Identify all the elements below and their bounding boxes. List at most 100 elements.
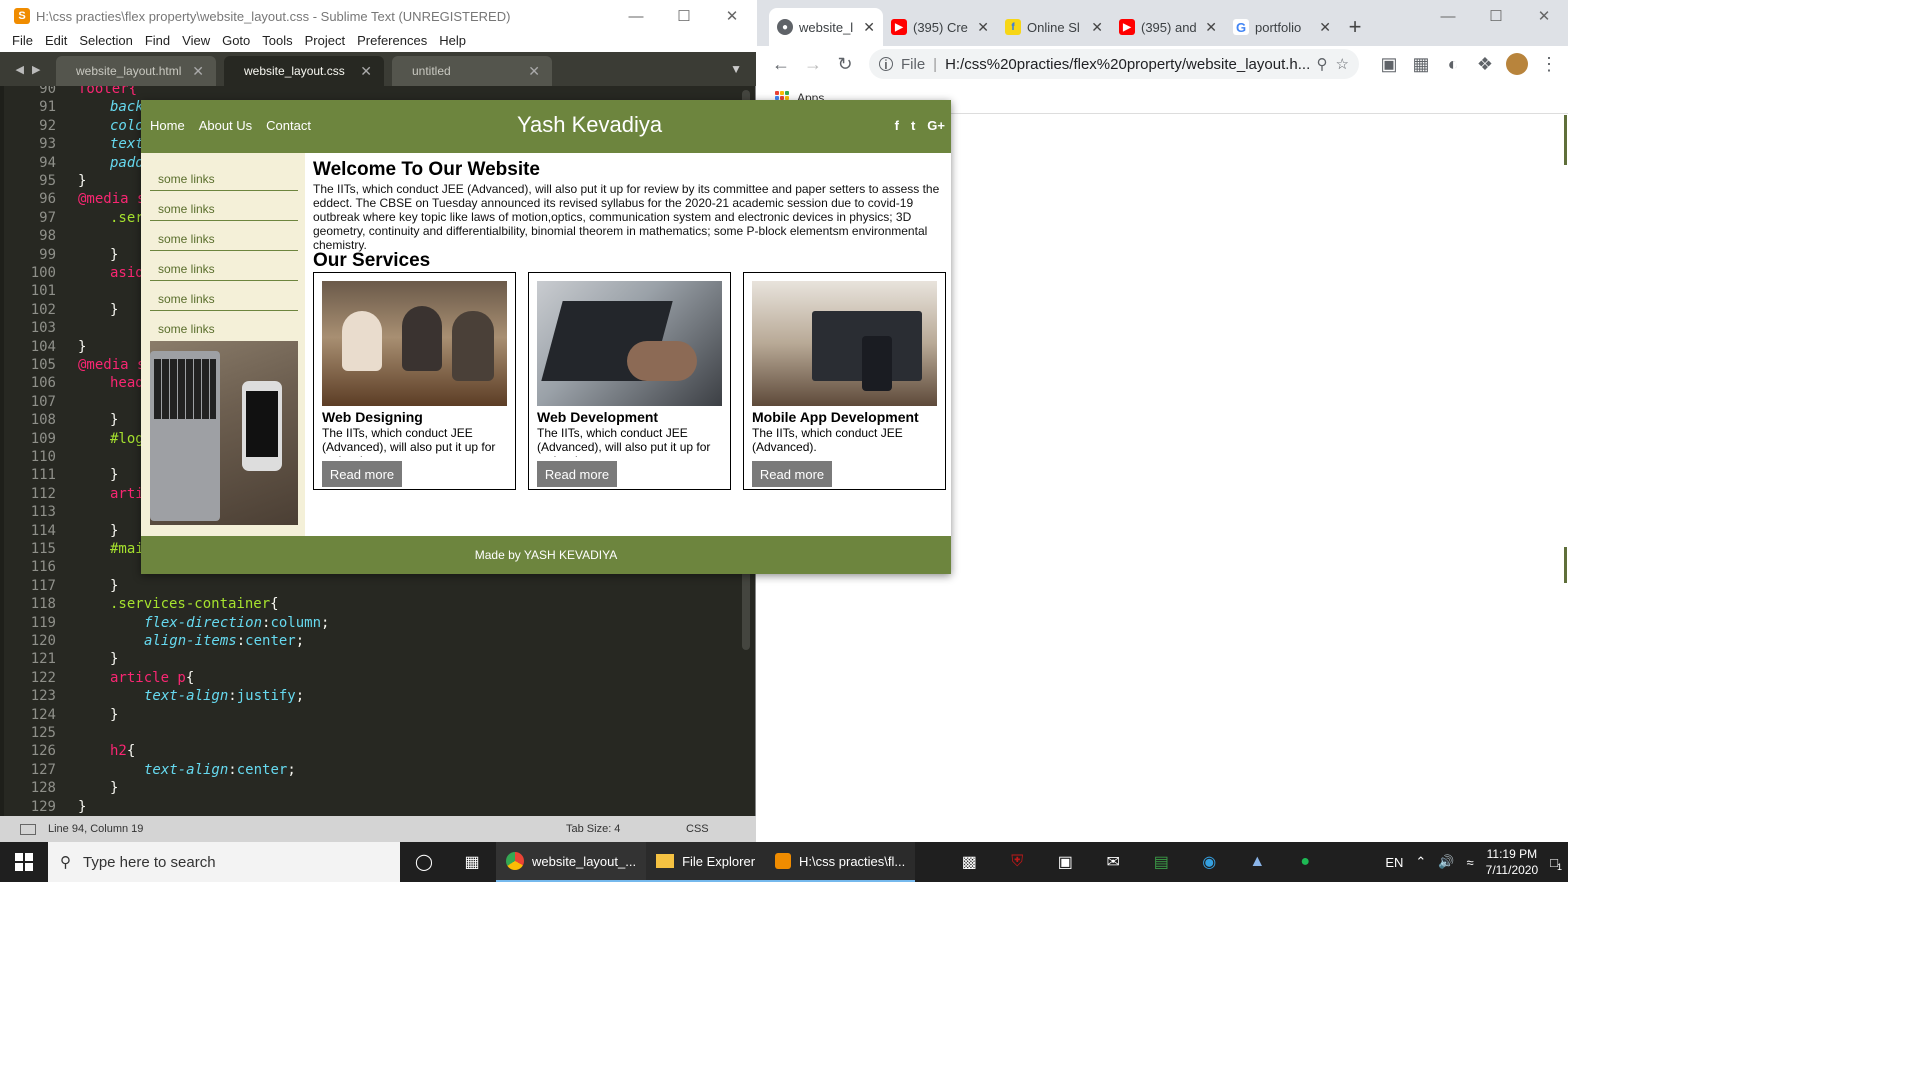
extension-circle-icon[interactable]: ◐ <box>1437 48 1469 80</box>
clock[interactable]: 11:19 PM 7/11/2020 <box>1486 846 1539 878</box>
close-icon[interactable]: ✕ <box>192 63 204 80</box>
chrome-tab-portfolio[interactable]: G portfolio ✕ <box>1225 8 1339 46</box>
menu-kebab-icon[interactable]: ⋮ <box>1533 48 1565 80</box>
nav-contact[interactable]: Contact <box>266 118 311 133</box>
menu-preferences[interactable]: Preferences <box>351 32 433 52</box>
volume-icon[interactable]: 🔊 <box>1438 854 1454 870</box>
minimize-icon[interactable]: — <box>1424 0 1472 32</box>
chrome-tab-website[interactable]: ● website_l ✕ <box>769 8 883 46</box>
nav-about-us[interactable]: About Us <box>199 118 252 133</box>
url-text[interactable]: H:/css%20practies/flex%20property/websit… <box>945 56 1308 73</box>
sublime-tabbar: ◀ ▶ website_layout.html ✕ website_layout… <box>0 52 756 86</box>
new-tab-button[interactable]: + <box>1339 8 1371 46</box>
back-icon[interactable]: ← <box>765 48 797 80</box>
read-more-button[interactable]: Read more <box>537 461 617 487</box>
system-tray: EN ⌃ 🔊 ≈ 11:19 PM 7/11/2020 □ 1 <box>1385 842 1568 882</box>
menu-find[interactable]: Find <box>139 32 176 52</box>
windows-start-icon[interactable] <box>0 842 48 882</box>
extension-pdf-icon[interactable]: ▦ <box>1405 48 1437 80</box>
tab-label: untitled <box>412 64 451 78</box>
star-icon[interactable]: ☆ <box>1336 55 1349 73</box>
code-line: text-align:justify; <box>144 688 305 705</box>
store-icon[interactable]: ▣ <box>1041 842 1089 882</box>
menu-selection[interactable]: Selection <box>73 32 138 52</box>
cortana-icon[interactable]: ◯ <box>400 842 448 882</box>
line-number: 117 <box>30 577 56 594</box>
task-view-icon[interactable]: ▦ <box>448 842 496 882</box>
code-line: text-align:center; <box>144 761 296 778</box>
close-icon[interactable]: ✕ <box>1319 19 1331 36</box>
twitter-icon[interactable]: t <box>911 118 915 133</box>
aside-link[interactable]: some links <box>150 191 298 221</box>
mcafee-icon[interactable]: ⛨ <box>993 842 1041 882</box>
tab-size[interactable]: Tab Size: 4 <box>566 823 620 835</box>
menu-tools[interactable]: Tools <box>256 32 298 52</box>
service-card: Web Designing The IITs, which conduct JE… <box>313 272 516 490</box>
tab-dropdown-icon[interactable]: ▼ <box>730 62 742 76</box>
line-number: 128 <box>30 780 56 797</box>
aside-link[interactable]: some links <box>150 161 298 191</box>
close-icon[interactable]: ✕ <box>360 63 372 80</box>
forward-icon[interactable]: → <box>797 48 829 80</box>
input-language[interactable]: EN <box>1385 855 1403 870</box>
chevron-left-icon[interactable]: ◀ <box>16 63 24 76</box>
close-icon[interactable]: ✕ <box>1520 0 1568 32</box>
menu-file[interactable]: File <box>6 32 39 52</box>
edge-icon[interactable]: ◉ <box>1185 842 1233 882</box>
extension-pocket-icon[interactable]: ▣ <box>1373 48 1405 80</box>
terminal-icon[interactable]: ▩ <box>945 842 993 882</box>
mail-icon[interactable]: ✉ <box>1089 842 1137 882</box>
extensions-puzzle-icon[interactable]: ❖ <box>1469 48 1501 80</box>
maximize-icon[interactable]: ☐ <box>660 0 708 32</box>
read-more-button[interactable]: Read more <box>322 461 402 487</box>
close-icon[interactable]: ✕ <box>863 19 875 36</box>
aside-link[interactable]: some links <box>150 251 298 281</box>
info-icon[interactable]: i <box>879 57 893 72</box>
tab-untitled[interactable]: untitled ✕ <box>392 56 552 86</box>
read-more-button[interactable]: Read more <box>752 461 832 487</box>
menu-view[interactable]: View <box>176 32 216 52</box>
chrome-tab-youtube-1[interactable]: ▶ (395) Cre ✕ <box>883 8 997 46</box>
close-icon[interactable]: ✕ <box>528 63 540 80</box>
nav-home[interactable]: Home <box>150 118 185 133</box>
chevron-right-icon[interactable]: ▶ <box>32 63 40 76</box>
chrome-tab-youtube-2[interactable]: ▶ (395) and ✕ <box>1111 8 1225 46</box>
zoom-icon[interactable]: ⚲ <box>1317 55 1328 73</box>
close-icon[interactable]: ✕ <box>1091 19 1103 36</box>
reload-icon[interactable]: ↻ <box>829 48 861 80</box>
minimize-icon[interactable]: — <box>612 0 660 32</box>
close-icon[interactable]: ✕ <box>1205 19 1217 36</box>
menu-goto[interactable]: Goto <box>216 32 256 52</box>
maximize-icon[interactable]: ☐ <box>1472 0 1520 32</box>
aside-link[interactable]: some links <box>150 281 298 311</box>
taskbar-app-chrome[interactable]: website_layout_... <box>496 842 647 882</box>
virtualbox-icon[interactable]: ▲ <box>1233 842 1281 882</box>
syntax-mode[interactable]: CSS <box>686 823 709 835</box>
close-icon[interactable]: ✕ <box>977 19 989 36</box>
address-bar[interactable]: i File | H:/css%20practies/flex%20proper… <box>869 49 1359 79</box>
tab-website-layout-css[interactable]: website_layout.css ✕ <box>224 56 384 86</box>
taskbar-app-sublime[interactable]: H:\css practies\fl... <box>765 842 916 882</box>
panel-toggle-icon[interactable] <box>20 823 36 835</box>
avatar[interactable] <box>1501 48 1533 80</box>
chrome-tab-flipkart[interactable]: f Online Sl ✕ <box>997 8 1111 46</box>
close-icon[interactable]: ✕ <box>708 0 756 32</box>
taskbar-app-file-explorer[interactable]: File Explorer <box>646 842 766 882</box>
wifi-icon[interactable]: ≈ <box>1467 855 1474 870</box>
services-heading: Our Services <box>313 250 431 271</box>
google-plus-icon[interactable]: G+ <box>927 118 945 133</box>
spreadsheet-icon[interactable]: ▤ <box>1137 842 1185 882</box>
aside-link[interactable]: some links <box>150 311 298 341</box>
spotify-icon[interactable]: ● <box>1281 842 1329 882</box>
chevron-up-icon[interactable]: ⌃ <box>1415 854 1426 870</box>
menu-help[interactable]: Help <box>433 32 472 52</box>
line-number: 125 <box>30 725 56 741</box>
menu-edit[interactable]: Edit <box>39 32 73 52</box>
tab-nav-arrows[interactable]: ◀ ▶ <box>0 52 56 86</box>
aside-link[interactable]: some links <box>150 221 298 251</box>
taskbar-search[interactable]: ⚲ Type here to search <box>48 842 400 882</box>
facebook-icon[interactable]: f <box>895 118 899 133</box>
tab-website-layout-html[interactable]: website_layout.html ✕ <box>56 56 216 86</box>
notification-icon[interactable]: □ 1 <box>1550 855 1562 872</box>
menu-project[interactable]: Project <box>299 32 351 52</box>
